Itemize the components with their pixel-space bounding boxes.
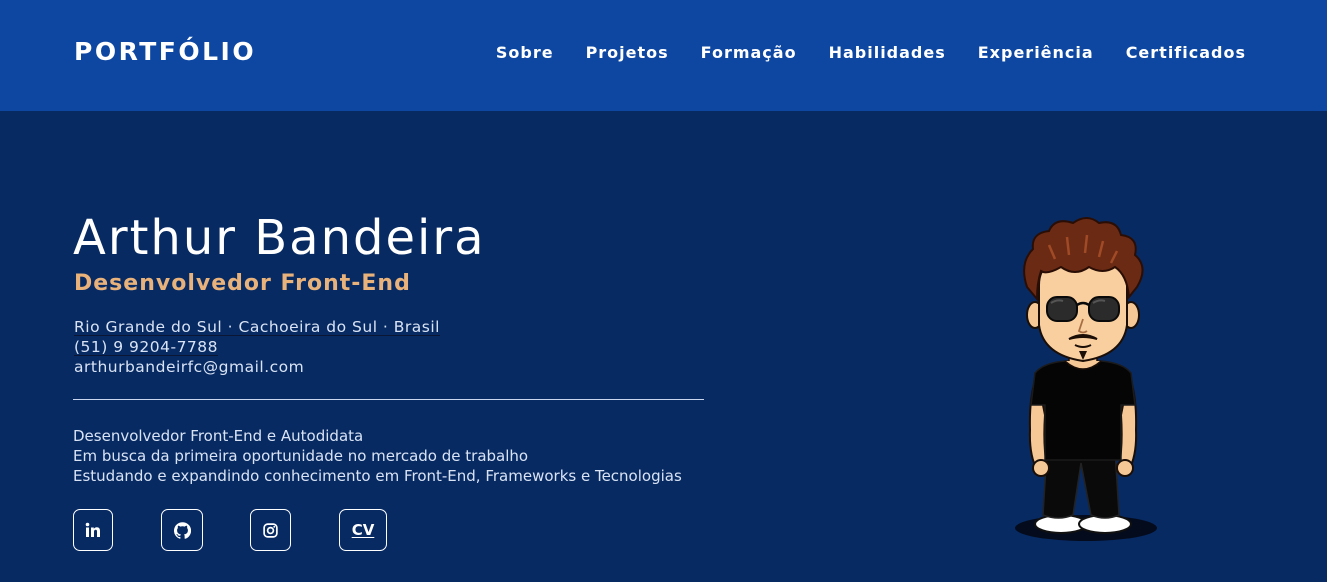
- github-button[interactable]: [161, 509, 203, 551]
- instagram-button[interactable]: [250, 509, 291, 551]
- site-logo[interactable]: PORTFÓLIO: [74, 37, 256, 66]
- nav-link-sobre[interactable]: Sobre: [496, 43, 554, 62]
- contact-info: Rio Grande do Sul · Cachoeira do Sul · B…: [74, 317, 440, 377]
- main-nav: Sobre Projetos Formação Habilidades Expe…: [496, 43, 1246, 62]
- instagram-icon: [263, 522, 278, 538]
- github-icon: [173, 521, 191, 539]
- linkedin-icon: [85, 522, 101, 538]
- email-text: arthurbandeirfc@gmail.com: [74, 358, 305, 376]
- nav-link-formacao[interactable]: Formação: [701, 43, 797, 62]
- hero-name: Arthur Bandeira: [73, 210, 486, 266]
- nav-link-certificados[interactable]: Certificados: [1126, 43, 1246, 62]
- nav-link-habilidades[interactable]: Habilidades: [829, 43, 946, 62]
- cv-download-button[interactable]: CV: [339, 509, 387, 551]
- bio-text: Desenvolvedor Front-End e Autodidata Em …: [73, 426, 682, 486]
- cv-label: CV: [351, 521, 375, 539]
- avatar-illustration: [1003, 215, 1163, 550]
- linkedin-button[interactable]: [73, 509, 113, 551]
- bio-line: Desenvolvedor Front-End e Autodidata: [73, 427, 364, 445]
- location-text[interactable]: Rio Grande do Sul · Cachoeira do Sul · B…: [74, 317, 440, 337]
- hero-role: Desenvolvedor Front-End: [74, 271, 411, 296]
- nav-link-experiencia[interactable]: Experiência: [978, 43, 1094, 62]
- bio-line: Em busca da primeira oportunidade no mer…: [73, 447, 529, 465]
- bio-line: Estudando e expandindo conhecimento em F…: [73, 467, 682, 485]
- nav-link-projetos[interactable]: Projetos: [586, 43, 669, 62]
- phone-link[interactable]: (51) 9 9204-7788: [74, 337, 440, 357]
- section-divider: [73, 399, 704, 400]
- top-navbar: PORTFÓLIO Sobre Projetos Formação Habili…: [0, 0, 1327, 111]
